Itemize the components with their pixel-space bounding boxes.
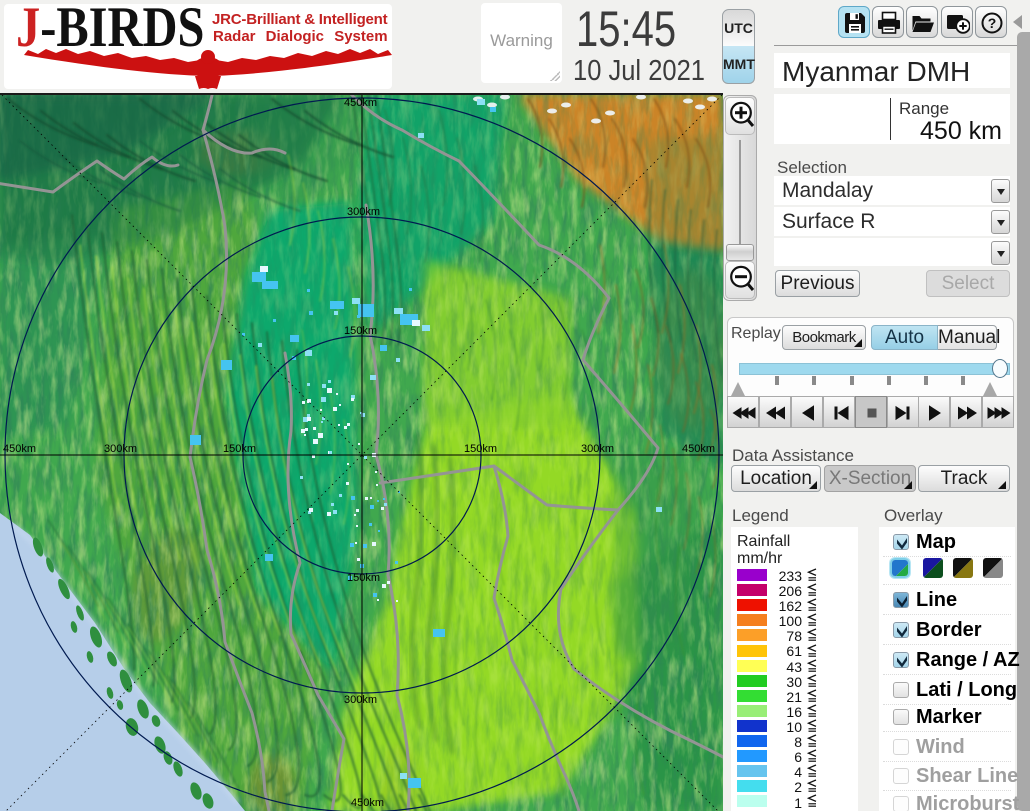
svg-text:450km: 450km [3, 443, 36, 455]
svg-text:300km: 300km [104, 443, 137, 455]
svg-text:300km: 300km [347, 206, 380, 218]
svg-text:300km: 300km [581, 443, 614, 455]
svg-text:150km: 150km [464, 443, 497, 455]
svg-text:150km: 150km [347, 572, 380, 584]
svg-text:150km: 150km [223, 443, 256, 455]
svg-text:450km: 450km [682, 443, 715, 455]
svg-text:450km: 450km [344, 97, 377, 109]
svg-text:?: ? [988, 15, 997, 31]
svg-text:300km: 300km [344, 694, 377, 706]
svg-text:450km: 450km [351, 797, 384, 809]
svg-text:150km: 150km [344, 325, 377, 337]
